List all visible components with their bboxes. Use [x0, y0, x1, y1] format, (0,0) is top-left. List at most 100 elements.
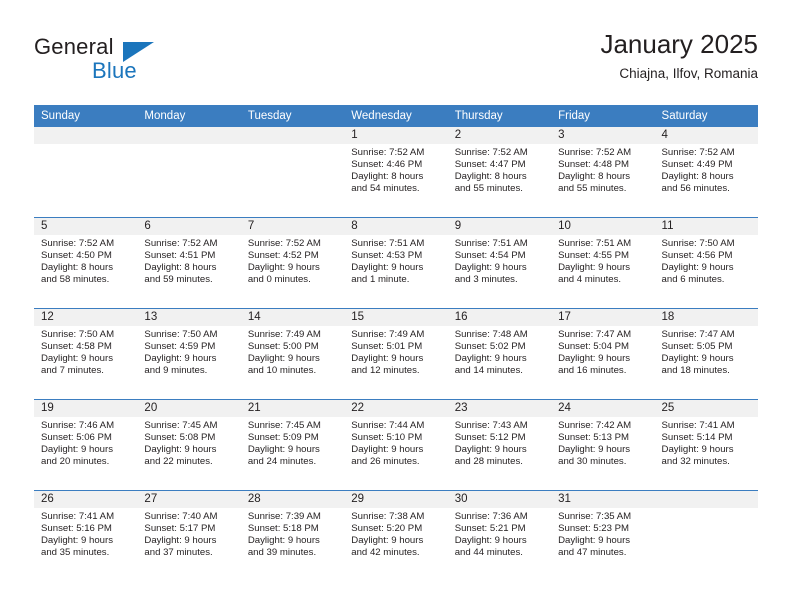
day-detail-sunset: Sunset: 4:53 PM — [351, 249, 423, 261]
calendar-day-cell[interactable]: 13 Sunrise: 7:50 AM Sunset: 4:59 PM Dayligh… — [137, 308, 241, 400]
day-cell-inner: 28 Sunrise: 7:39 AM Sunset: 5:18 PM Dayligh… — [240, 491, 345, 581]
day-details: Sunrise: 7:39 AM Sunset: 5:18 PM Daylight:… — [241, 508, 344, 559]
calendar-day-cell[interactable]: 7 Sunrise: 7:52 AM Sunset: 4:52 PM Daylight… — [240, 217, 345, 309]
day-detail-daylight-line1: Daylight: 8 hours — [454, 170, 527, 182]
calendar-day-cell[interactable]: 22 Sunrise: 7:44 AM Sunset: 5:10 PM Dayligh… — [344, 399, 448, 491]
calendar-day-cell[interactable]: 1 Sunrise: 7:52 AM Sunset: 4:46 PM Daylight… — [344, 127, 448, 218]
day-number: 30 — [447, 491, 552, 508]
calendar-day-cell[interactable]: 27 Sunrise: 7:40 AM Sunset: 5:17 PM Dayligh… — [137, 490, 241, 581]
day-details: Sunrise: 7:35 AM Sunset: 5:23 PM Daylight:… — [551, 508, 654, 559]
day-number: 2 — [447, 127, 552, 144]
calendar-day-cell[interactable]: 23 Sunrise: 7:43 AM Sunset: 5:12 PM Dayligh… — [447, 399, 552, 491]
day-number: 4 — [654, 127, 758, 144]
day-detail-sunrise: Sunrise: 7:51 AM — [558, 238, 632, 249]
day-number — [34, 127, 138, 144]
calendar-day-cell[interactable]: 16 Sunrise: 7:48 AM Sunset: 5:02 PM Dayligh… — [447, 308, 552, 400]
calendar-day-cell[interactable]: 5 Sunrise: 7:52 AM Sunset: 4:50 PM Daylight… — [34, 217, 138, 309]
day-detail-daylight-line2: and 35 minutes. — [41, 546, 110, 558]
calendar-day-cell[interactable]: 24 Sunrise: 7:42 AM Sunset: 5:13 PM Dayligh… — [551, 399, 655, 491]
day-detail-sunrise: Sunrise: 7:49 AM — [247, 329, 321, 340]
day-details: Sunrise: 7:42 AM Sunset: 5:13 PM Daylight:… — [551, 417, 654, 468]
day-detail-sunset: Sunset: 5:02 PM — [454, 340, 526, 352]
calendar-day-cell[interactable]: 9 Sunrise: 7:51 AM Sunset: 4:54 PM Daylight… — [447, 217, 552, 309]
calendar-day-cell[interactable]: 3 Sunrise: 7:52 AM Sunset: 4:48 PM Daylight… — [551, 127, 655, 218]
day-details: Sunrise: 7:51 AM Sunset: 4:55 PM Daylight:… — [551, 235, 654, 286]
page-header: General Blue January 2025 Chiajna, Ilfov… — [34, 28, 758, 96]
calendar-day-cell[interactable]: 15 Sunrise: 7:49 AM Sunset: 5:01 PM Dayligh… — [344, 308, 448, 400]
day-number: 31 — [551, 491, 655, 508]
calendar-day-cell[interactable]: 17 Sunrise: 7:47 AM Sunset: 5:04 PM Dayligh… — [551, 308, 655, 400]
calendar-week-row: 5 Sunrise: 7:52 AM Sunset: 4:50 PM Daylight… — [34, 217, 758, 309]
day-number: 22 — [344, 400, 448, 417]
day-details — [137, 144, 240, 147]
day-number: 9 — [447, 218, 552, 235]
day-details: Sunrise: 7:47 AM Sunset: 5:04 PM Daylight:… — [551, 326, 654, 377]
calendar-day-cell[interactable]: 12 Sunrise: 7:50 AM Sunset: 4:58 PM Dayligh… — [34, 308, 138, 400]
day-detail-sunrise: Sunrise: 7:52 AM — [41, 238, 115, 249]
general-blue-logo[interactable]: General Blue — [34, 34, 214, 92]
day-detail-daylight-line2: and 4 minutes. — [558, 273, 622, 285]
day-number: 12 — [34, 309, 138, 326]
day-details: Sunrise: 7:38 AM Sunset: 5:20 PM Daylight:… — [344, 508, 447, 559]
day-number: 26 — [34, 491, 138, 508]
day-detail-daylight-line1: Daylight: 8 hours — [351, 170, 424, 182]
calendar-day-cell[interactable]: 26 Sunrise: 7:41 AM Sunset: 5:16 PM Dayligh… — [34, 490, 138, 581]
calendar-day-cell[interactable]: 11 Sunrise: 7:50 AM Sunset: 4:56 PM Dayligh… — [654, 217, 758, 309]
calendar-day-cell[interactable]: 10 Sunrise: 7:51 AM Sunset: 4:55 PM Dayligh… — [551, 217, 655, 309]
day-detail-sunrise: Sunrise: 7:46 AM — [41, 420, 115, 431]
calendar-day-cell[interactable]: 2 Sunrise: 7:52 AM Sunset: 4:47 PM Daylight… — [447, 127, 552, 218]
calendar-day-cell[interactable]: 25 Sunrise: 7:41 AM Sunset: 5:14 PM Dayligh… — [654, 399, 758, 491]
day-detail-sunrise: Sunrise: 7:38 AM — [351, 511, 425, 522]
calendar-day-cell-empty — [34, 127, 138, 218]
calendar-day-cell[interactable]: 8 Sunrise: 7:51 AM Sunset: 4:53 PM Daylight… — [344, 217, 448, 309]
day-cell-inner: 8 Sunrise: 7:51 AM Sunset: 4:53 PM Daylight… — [344, 218, 448, 308]
day-detail-daylight-line2: and 37 minutes. — [144, 546, 213, 558]
weekday-header-row: Sunday Monday Tuesday Wednesday Thursday… — [34, 105, 758, 127]
day-cell-inner: 1 Sunrise: 7:52 AM Sunset: 4:46 PM Daylight… — [344, 127, 448, 217]
day-cell-inner: 17 Sunrise: 7:47 AM Sunset: 5:04 PM Dayligh… — [551, 309, 655, 399]
calendar-day-cell[interactable]: 18 Sunrise: 7:47 AM Sunset: 5:05 PM Dayligh… — [654, 308, 758, 400]
day-detail-sunrise: Sunrise: 7:49 AM — [351, 329, 425, 340]
day-cell-inner: 6 Sunrise: 7:52 AM Sunset: 4:51 PM Daylight… — [137, 218, 241, 308]
day-number: 15 — [344, 309, 448, 326]
day-cell-inner: 23 Sunrise: 7:43 AM Sunset: 5:12 PM Dayligh… — [447, 400, 552, 490]
calendar-day-cell[interactable]: 30 Sunrise: 7:36 AM Sunset: 5:21 PM Dayligh… — [447, 490, 552, 581]
day-cell-inner — [240, 127, 345, 217]
day-detail-sunrise: Sunrise: 7:45 AM — [247, 420, 321, 431]
calendar-day-cell[interactable]: 31 Sunrise: 7:35 AM Sunset: 5:23 PM Dayligh… — [551, 490, 655, 581]
day-cell-inner — [34, 127, 138, 217]
day-detail-daylight-line1: Daylight: 9 hours — [454, 443, 527, 455]
weekday-header-tuesday: Tuesday — [240, 105, 345, 127]
calendar-day-cell[interactable]: 6 Sunrise: 7:52 AM Sunset: 4:51 PM Daylight… — [137, 217, 241, 309]
day-number: 25 — [654, 400, 758, 417]
day-details — [241, 144, 344, 147]
day-detail-daylight-line1: Daylight: 9 hours — [41, 352, 113, 364]
day-details: Sunrise: 7:51 AM Sunset: 4:54 PM Daylight:… — [448, 235, 551, 286]
day-detail-daylight-line1: Daylight: 8 hours — [661, 170, 734, 182]
day-detail-daylight-line2: and 6 minutes. — [661, 273, 725, 285]
day-detail-daylight-line1: Daylight: 9 hours — [351, 352, 424, 364]
day-cell-inner: 5 Sunrise: 7:52 AM Sunset: 4:50 PM Daylight… — [34, 218, 138, 308]
day-detail-daylight-line1: Daylight: 8 hours — [41, 261, 113, 273]
day-detail-daylight-line2: and 12 minutes. — [351, 364, 420, 376]
calendar-day-cell[interactable]: 20 Sunrise: 7:45 AM Sunset: 5:08 PM Dayligh… — [137, 399, 241, 491]
day-details: Sunrise: 7:50 AM Sunset: 4:58 PM Daylight:… — [34, 326, 137, 377]
day-detail-daylight-line2: and 20 minutes. — [41, 455, 110, 467]
day-cell-inner: 10 Sunrise: 7:51 AM Sunset: 4:55 PM Dayligh… — [551, 218, 655, 308]
day-detail-sunset: Sunset: 4:50 PM — [41, 249, 112, 261]
calendar-day-cell[interactable]: 29 Sunrise: 7:38 AM Sunset: 5:20 PM Dayligh… — [344, 490, 448, 581]
day-cell-inner: 16 Sunrise: 7:48 AM Sunset: 5:02 PM Dayligh… — [447, 309, 552, 399]
day-details: Sunrise: 7:52 AM Sunset: 4:52 PM Daylight:… — [241, 235, 344, 286]
day-details: Sunrise: 7:46 AM Sunset: 5:06 PM Daylight:… — [34, 417, 137, 468]
day-detail-sunset: Sunset: 4:56 PM — [661, 249, 733, 261]
day-detail-daylight-line1: Daylight: 9 hours — [558, 534, 631, 546]
calendar-day-cell[interactable]: 28 Sunrise: 7:39 AM Sunset: 5:18 PM Dayligh… — [240, 490, 345, 581]
calendar-day-cell[interactable]: 21 Sunrise: 7:45 AM Sunset: 5:09 PM Dayligh… — [240, 399, 345, 491]
day-number: 29 — [344, 491, 448, 508]
calendar-day-cell[interactable]: 19 Sunrise: 7:46 AM Sunset: 5:06 PM Dayligh… — [34, 399, 138, 491]
calendar-day-cell[interactable]: 14 Sunrise: 7:49 AM Sunset: 5:00 PM Dayligh… — [240, 308, 345, 400]
day-cell-inner: 2 Sunrise: 7:52 AM Sunset: 4:47 PM Daylight… — [447, 127, 552, 217]
day-details: Sunrise: 7:45 AM Sunset: 5:09 PM Daylight:… — [241, 417, 344, 468]
calendar-day-cell[interactable]: 4 Sunrise: 7:52 AM Sunset: 4:49 PM Daylight… — [654, 127, 758, 218]
day-detail-sunrise: Sunrise: 7:52 AM — [454, 147, 528, 158]
